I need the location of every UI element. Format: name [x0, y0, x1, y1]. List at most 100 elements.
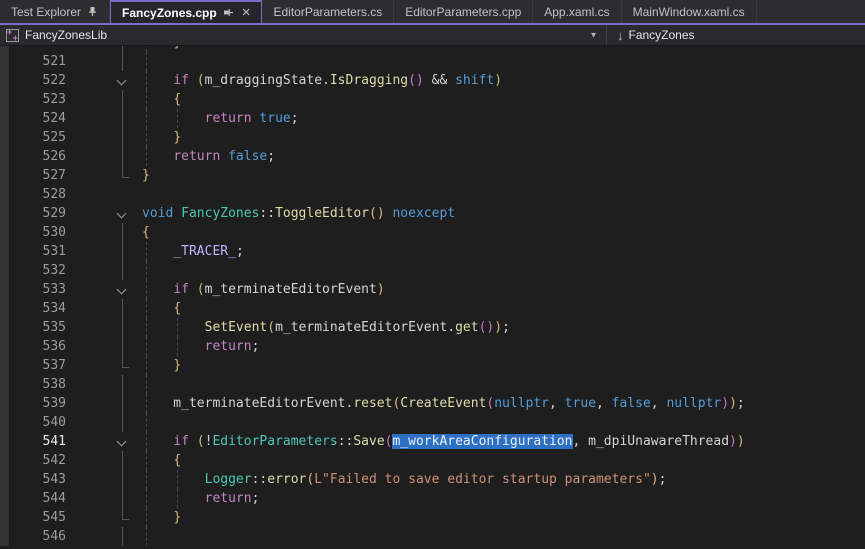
- code-line[interactable]: 536 return;: [0, 337, 865, 356]
- breakpoint-margin[interactable]: [0, 299, 9, 318]
- breakpoint-margin[interactable]: [0, 527, 9, 546]
- tab-test-explorer[interactable]: Test Explorer: [0, 0, 110, 23]
- code-line[interactable]: 533 if (m_terminateEditorEvent): [0, 280, 865, 299]
- code-text[interactable]: {: [142, 223, 865, 242]
- breakpoint-margin[interactable]: [0, 52, 9, 71]
- code-line[interactable]: 524 return true;: [0, 109, 865, 128]
- code-text[interactable]: Logger::error(L"Failed to save editor st…: [142, 470, 865, 489]
- code-line[interactable]: 522 if (m_draggingState.IsDragging() && …: [0, 71, 865, 90]
- code-text[interactable]: [142, 52, 865, 71]
- breakpoint-margin[interactable]: [0, 185, 9, 204]
- code-text[interactable]: if (m_terminateEditorEvent): [142, 280, 865, 299]
- code-text[interactable]: [142, 413, 865, 432]
- breakpoint-margin[interactable]: [0, 470, 9, 489]
- scope-dropdown[interactable]: ↓ FancyZones: [607, 25, 865, 45]
- collapse-chevron-icon[interactable]: [117, 209, 127, 219]
- fold-margin[interactable]: [66, 204, 142, 223]
- code-line[interactable]: 526 return false;: [0, 147, 865, 166]
- code-text[interactable]: m_terminateEditorEvent.reset(CreateEvent…: [142, 394, 865, 413]
- tab-fancyzones-cpp[interactable]: FancyZones.cpp×: [110, 0, 262, 23]
- code-line[interactable]: 545 }: [0, 508, 865, 527]
- pin-icon[interactable]: [87, 6, 98, 17]
- breakpoint-margin[interactable]: [0, 90, 9, 109]
- chevron-down-icon[interactable]: ▾: [591, 30, 600, 41]
- breakpoint-margin[interactable]: [0, 451, 9, 470]
- breakpoint-margin[interactable]: [0, 242, 9, 261]
- collapse-chevron-icon[interactable]: [117, 437, 127, 447]
- code-line[interactable]: 537 }: [0, 356, 865, 375]
- breakpoint-margin[interactable]: [0, 280, 9, 299]
- code-line[interactable]: 528: [0, 185, 865, 204]
- code-line[interactable]: 534 {: [0, 299, 865, 318]
- breakpoint-margin[interactable]: [0, 109, 9, 128]
- code-text[interactable]: if (m_draggingState.IsDragging() && shif…: [142, 71, 865, 90]
- code-line[interactable]: 535 SetEvent(m_terminateEditorEvent.get(…: [0, 318, 865, 337]
- breakpoint-margin[interactable]: [0, 71, 9, 90]
- code-text[interactable]: return;: [142, 489, 865, 508]
- code-text[interactable]: void FancyZones::ToggleEditor() noexcept: [142, 204, 865, 223]
- breakpoint-margin[interactable]: [0, 204, 9, 223]
- code-text[interactable]: SetEvent(m_terminateEditorEvent.get());: [142, 318, 865, 337]
- code-editor[interactable]: 520 }521522 if (m_draggingState.IsDraggi…: [0, 46, 865, 549]
- code-text[interactable]: }: [142, 128, 865, 147]
- breakpoint-margin[interactable]: [0, 337, 9, 356]
- code-text[interactable]: [142, 261, 865, 280]
- collapse-chevron-icon[interactable]: [117, 76, 127, 86]
- breakpoint-margin[interactable]: [0, 432, 9, 451]
- code-line[interactable]: 523 {: [0, 90, 865, 109]
- breakpoint-margin[interactable]: [0, 394, 9, 413]
- breakpoint-margin[interactable]: [0, 508, 9, 527]
- code-line[interactable]: 521: [0, 52, 865, 71]
- code-text[interactable]: [142, 527, 865, 546]
- fold-margin[interactable]: [66, 71, 142, 90]
- breakpoint-margin[interactable]: [0, 489, 9, 508]
- vs-code-editor-window: Test ExplorerFancyZones.cpp×EditorParame…: [0, 0, 865, 549]
- tab-editorparameters-cpp[interactable]: EditorParameters.cpp: [394, 0, 533, 23]
- code-line[interactable]: 529void FancyZones::ToggleEditor() noexc…: [0, 204, 865, 223]
- code-text[interactable]: }: [142, 508, 865, 527]
- breakpoint-margin[interactable]: [0, 147, 9, 166]
- breakpoint-margin[interactable]: [0, 128, 9, 147]
- pin-icon[interactable]: [223, 7, 234, 18]
- breakpoint-margin[interactable]: [0, 375, 9, 394]
- code-text[interactable]: [142, 375, 865, 394]
- project-dropdown[interactable]: ++ FancyZonesLib ▾: [0, 25, 606, 45]
- code-line[interactable]: 541 if (!EditorParameters::Save(m_workAr…: [0, 432, 865, 451]
- code-line[interactable]: 546: [0, 527, 865, 546]
- code-text[interactable]: }: [142, 356, 865, 375]
- tab-mainwindow-xaml-cs[interactable]: MainWindow.xaml.cs: [622, 0, 757, 23]
- tab-app-xaml-cs[interactable]: App.xaml.cs: [533, 0, 621, 23]
- breakpoint-margin[interactable]: [0, 413, 9, 432]
- code-line[interactable]: 527}: [0, 166, 865, 185]
- code-text[interactable]: _TRACER_;: [142, 242, 865, 261]
- fold-margin[interactable]: [66, 280, 142, 299]
- breakpoint-margin[interactable]: [0, 318, 9, 337]
- breakpoint-margin[interactable]: [0, 166, 9, 185]
- code-text[interactable]: {: [142, 90, 865, 109]
- code-text[interactable]: {: [142, 451, 865, 470]
- code-text[interactable]: }: [142, 166, 865, 185]
- breakpoint-margin[interactable]: [0, 223, 9, 242]
- code-line[interactable]: 531 _TRACER_;: [0, 242, 865, 261]
- code-line[interactable]: 539 m_terminateEditorEvent.reset(CreateE…: [0, 394, 865, 413]
- collapse-chevron-icon[interactable]: [117, 285, 127, 295]
- code-line[interactable]: 540: [0, 413, 865, 432]
- code-text[interactable]: return true;: [142, 109, 865, 128]
- breakpoint-margin[interactable]: [0, 356, 9, 375]
- code-text[interactable]: {: [142, 299, 865, 318]
- close-icon[interactable]: ×: [240, 8, 251, 18]
- code-text[interactable]: if (!EditorParameters::Save(m_workAreaCo…: [142, 432, 865, 451]
- code-text[interactable]: return;: [142, 337, 865, 356]
- fold-margin[interactable]: [66, 432, 142, 451]
- code-text[interactable]: return false;: [142, 147, 865, 166]
- code-line[interactable]: 544 return;: [0, 489, 865, 508]
- breakpoint-margin[interactable]: [0, 261, 9, 280]
- code-line[interactable]: 542 {: [0, 451, 865, 470]
- tab-editorparameters-cs[interactable]: EditorParameters.cs: [262, 0, 394, 23]
- code-line[interactable]: 530{: [0, 223, 865, 242]
- code-text[interactable]: [142, 185, 865, 204]
- code-line[interactable]: 538: [0, 375, 865, 394]
- code-line[interactable]: 525 }: [0, 128, 865, 147]
- code-line[interactable]: 532: [0, 261, 865, 280]
- code-line[interactable]: 543 Logger::error(L"Failed to save edito…: [0, 470, 865, 489]
